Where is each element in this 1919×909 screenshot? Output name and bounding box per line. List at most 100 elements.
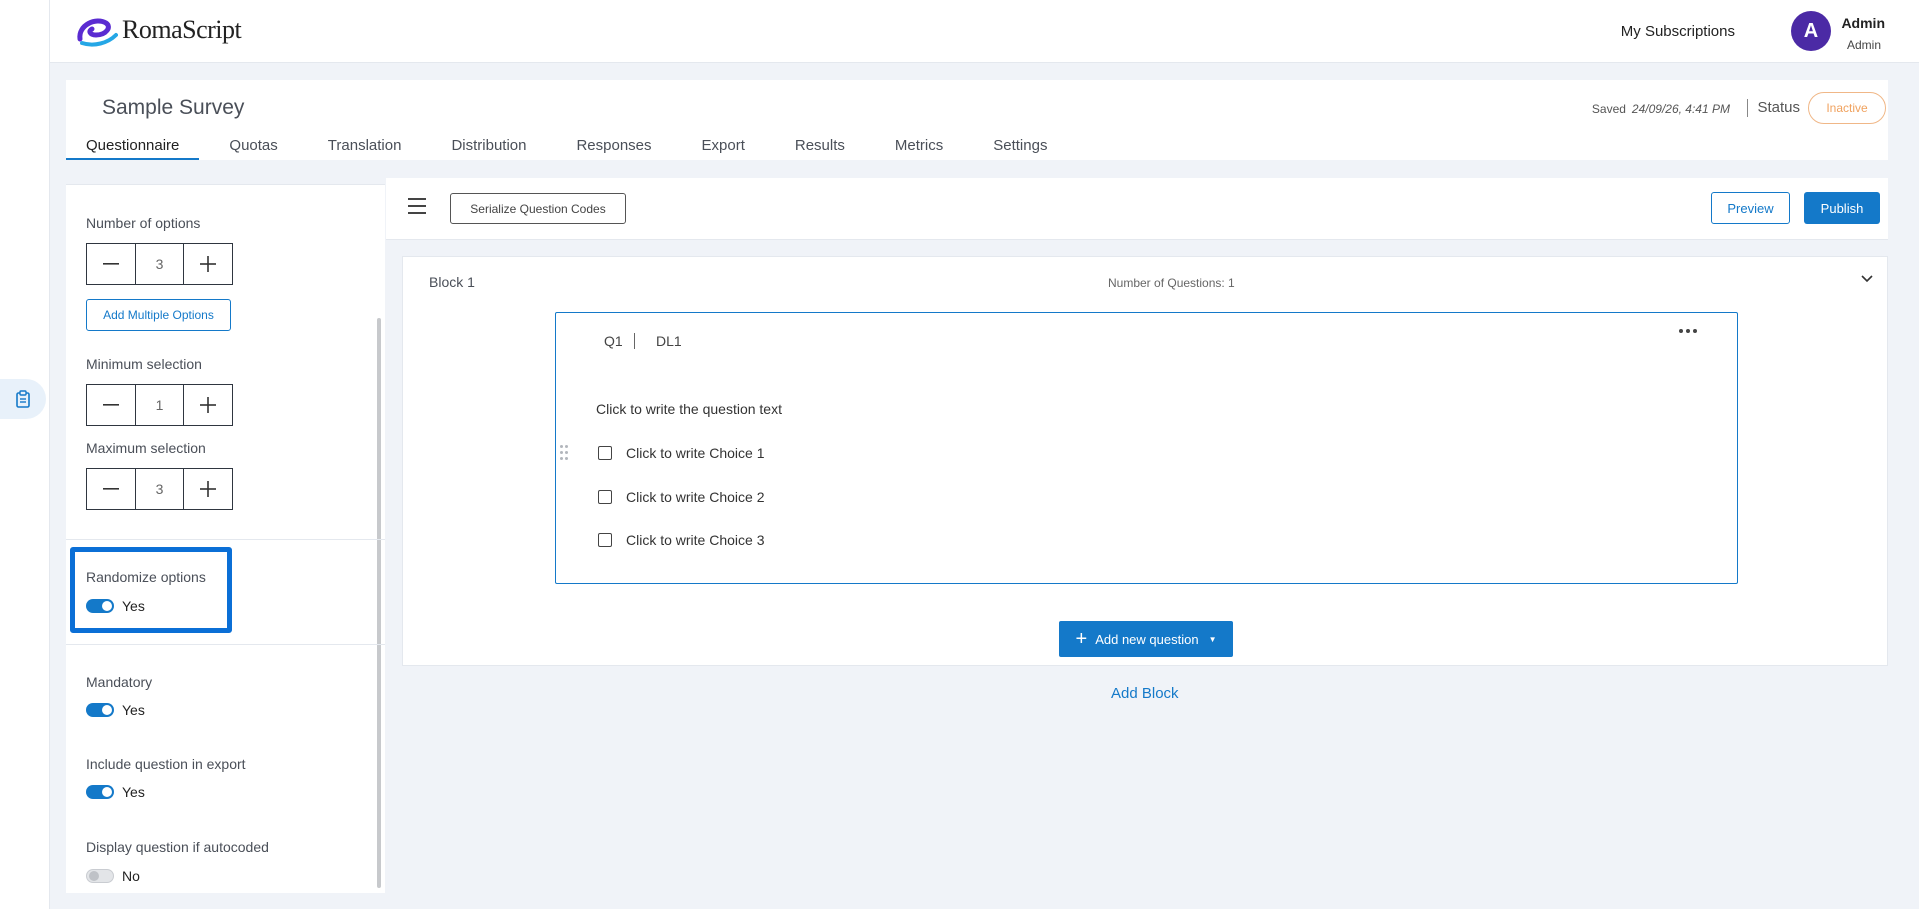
tab-settings[interactable]: Settings (973, 136, 1067, 160)
block-question-count: Number of Questions: 1 (1108, 276, 1235, 290)
header-divider (1747, 99, 1748, 117)
minimum-selection-value[interactable]: 1 (135, 385, 184, 425)
include-in-export-value: Yes (122, 784, 145, 800)
user-role: Admin (1846, 38, 1881, 52)
increment-button[interactable] (184, 385, 232, 425)
maximum-selection-value[interactable]: 3 (135, 469, 184, 509)
mandatory-value: Yes (122, 702, 145, 718)
romascript-logo-icon (77, 18, 118, 47)
randomize-options-value: Yes (122, 598, 145, 614)
survey-header: Sample Survey Saved 24/09/26, 4:41 PM Sta… (66, 80, 1888, 160)
maximum-selection-stepper: 3 (86, 468, 233, 510)
status-label: Status (1757, 99, 1800, 116)
serialize-question-codes-button[interactable]: Serialize Question Codes (450, 193, 626, 224)
choice-checkbox[interactable] (598, 446, 612, 460)
choice-item[interactable]: Click to write Choice 2 (598, 489, 765, 505)
preview-button[interactable]: Preview (1711, 192, 1790, 224)
questionnaire-rail-tab[interactable] (0, 379, 46, 419)
panel-scrollbar[interactable] (377, 318, 381, 888)
number-of-options-value[interactable]: 3 (135, 244, 184, 284)
drag-handle-icon[interactable] (560, 445, 568, 461)
saved-label: Saved (1591, 102, 1626, 116)
minus-icon (103, 488, 120, 490)
choice-item[interactable]: Click to write Choice 3 (598, 532, 765, 548)
tab-results[interactable]: Results (775, 136, 865, 160)
question-dl[interactable]: DL1 (656, 333, 682, 349)
maximum-selection-label: Maximum selection (86, 440, 206, 456)
add-block-link[interactable]: Add Block (1111, 685, 1179, 702)
choice-item[interactable]: Click to write Choice 1 (598, 445, 765, 461)
include-in-export-toggle-row: Yes (86, 784, 145, 800)
include-in-export-toggle[interactable] (86, 785, 114, 799)
chevron-down-icon[interactable] (1859, 271, 1875, 287)
number-of-options-stepper: 3 (86, 243, 233, 285)
question-card[interactable]: Q1 DL1 Click to write the question text … (555, 312, 1738, 584)
panel-divider (66, 644, 385, 645)
menu-icon[interactable] (408, 198, 426, 214)
choice-checkbox[interactable] (598, 490, 612, 504)
mandatory-toggle-row: Yes (86, 702, 145, 718)
decrement-button[interactable] (87, 244, 135, 284)
decrement-button[interactable] (87, 469, 135, 509)
increment-button[interactable] (184, 244, 232, 284)
choice-label[interactable]: Click to write Choice 3 (626, 532, 765, 548)
minimum-selection-stepper: 1 (86, 384, 233, 426)
survey-tabs: Questionnaire Quotas Translation Distrib… (66, 136, 1077, 160)
display-if-autocoded-value: No (122, 868, 140, 884)
randomize-options-toggle[interactable] (86, 599, 114, 613)
page-title: Sample Survey (102, 96, 245, 119)
plus-icon (199, 397, 216, 413)
increment-button[interactable] (184, 469, 232, 509)
survey-block: Block 1 Number of Questions: 1 Q1 DL1 Cl… (402, 256, 1888, 666)
avatar[interactable]: A (1791, 11, 1831, 51)
logo-text: RomaScript (122, 15, 242, 44)
plus-icon: + (1075, 628, 1088, 650)
caret-down-icon: ▼ (1208, 634, 1217, 644)
tab-quotas[interactable]: Quotas (209, 136, 297, 160)
tab-export[interactable]: Export (682, 136, 765, 160)
more-options-icon[interactable] (1679, 329, 1697, 333)
mandatory-label: Mandatory (86, 674, 153, 690)
question-text[interactable]: Click to write the question text (596, 401, 782, 417)
decrement-button[interactable] (87, 385, 135, 425)
number-of-options-label: Number of options (86, 215, 201, 231)
saved-indicator: Saved 24/09/26, 4:41 PM (1592, 102, 1730, 116)
display-if-autocoded-toggle[interactable] (86, 869, 114, 883)
top-bar: RomaScript My Subscriptions A Admin Admi… (50, 0, 1919, 63)
user-name[interactable]: Admin (1841, 15, 1885, 31)
status-badge[interactable]: Inactive (1808, 92, 1886, 124)
tab-translation[interactable]: Translation (308, 136, 422, 160)
publish-button[interactable]: Publish (1804, 192, 1880, 224)
question-code-divider (634, 333, 635, 349)
randomize-options-label: Randomize options (86, 569, 206, 585)
add-multiple-options-button[interactable]: Add Multiple Options (86, 299, 231, 331)
display-if-autocoded-label: Display question if autocoded (86, 839, 269, 855)
question-settings-panel: Number of options 3 Add Multiple Options… (66, 184, 385, 893)
editor-toolbar: Serialize Question Codes Preview Publish (386, 178, 1888, 240)
minimum-selection-label: Minimum selection (86, 356, 202, 372)
minus-icon (103, 404, 120, 406)
choice-checkbox[interactable] (598, 533, 612, 547)
choice-label[interactable]: Click to write Choice 2 (626, 489, 765, 505)
include-in-export-label: Include question in export (86, 756, 246, 772)
add-new-question-label: Add new question (1095, 631, 1199, 647)
left-rail (0, 0, 50, 909)
question-code[interactable]: Q1 (604, 333, 623, 349)
tab-responses[interactable]: Responses (556, 136, 671, 160)
saved-time: 24/09/26, 4:41 PM (1631, 102, 1730, 116)
display-if-autocoded-toggle-row: No (86, 868, 140, 884)
tab-distribution[interactable]: Distribution (431, 136, 546, 160)
my-subscriptions-link[interactable]: My Subscriptions (1621, 23, 1735, 40)
block-title[interactable]: Block 1 (429, 274, 475, 290)
highlight-box (70, 547, 232, 633)
panel-divider (66, 539, 385, 540)
tab-metrics[interactable]: Metrics (875, 136, 963, 160)
tab-questionnaire[interactable]: Questionnaire (66, 136, 200, 160)
minus-icon (103, 263, 120, 265)
mandatory-toggle[interactable] (86, 703, 114, 717)
add-new-question-button[interactable]: + Add new question ▼ (1059, 621, 1233, 657)
randomize-options-toggle-row: Yes (86, 598, 145, 614)
choice-label[interactable]: Click to write Choice 1 (626, 445, 765, 461)
clipboard-icon (16, 390, 30, 408)
app-logo[interactable]: RomaScript (76, 13, 242, 47)
